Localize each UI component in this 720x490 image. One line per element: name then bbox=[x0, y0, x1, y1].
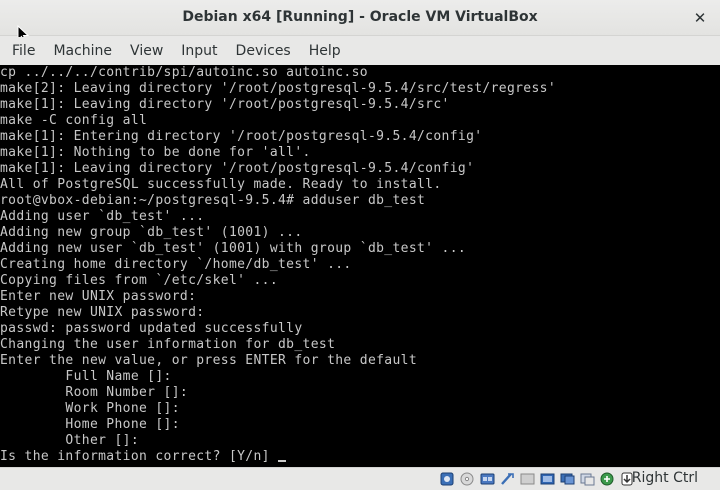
status-icons bbox=[439, 471, 636, 487]
console-prompt-line[interactable]: Is the information correct? [Y/n] bbox=[0, 449, 720, 465]
console-line: Other []: bbox=[0, 433, 140, 448]
console-line: make[1]: Leaving directory '/root/postgr… bbox=[0, 97, 450, 112]
console-line: make[1]: Leaving directory '/root/postgr… bbox=[0, 161, 475, 176]
window-title: Debian x64 [Running] - Oracle VM Virtual… bbox=[182, 9, 538, 25]
network-icon[interactable] bbox=[499, 471, 516, 487]
audio-icon[interactable] bbox=[479, 471, 496, 487]
console-prompt-text: Is the information correct? [Y/n] bbox=[0, 449, 279, 464]
console-line: Adding new user `db_test' (1001) with gr… bbox=[0, 241, 467, 256]
optical-drive-icon[interactable] bbox=[459, 471, 476, 487]
console-line: make[1]: Nothing to be done for 'all'. bbox=[0, 145, 311, 160]
console-line: Home Phone []: bbox=[0, 417, 180, 432]
close-icon[interactable]: ✕ bbox=[690, 8, 710, 28]
console-line: Copying files from `/etc/skel' ... bbox=[0, 273, 279, 288]
console-line: make[1]: Entering directory '/root/postg… bbox=[0, 129, 483, 144]
console-line: Enter new UNIX password: bbox=[0, 289, 197, 304]
console-line: Adding new group `db_test' (1001) ... bbox=[0, 225, 303, 240]
display-icon[interactable] bbox=[559, 471, 576, 487]
console-line: passwd: password updated successfully bbox=[0, 321, 303, 336]
console-line: Adding user `db_test' ... bbox=[0, 209, 205, 224]
console-line: All of PostgreSQL successfully made. Rea… bbox=[0, 177, 442, 192]
console-line: Retype new UNIX password: bbox=[0, 305, 205, 320]
console-line: cp ../../../contrib/spi/autoinc.so autoi… bbox=[0, 65, 368, 80]
shared-folder-icon[interactable] bbox=[539, 471, 556, 487]
console-line: Work Phone []: bbox=[0, 401, 180, 416]
console-line: Creating home directory `/home/db_test' … bbox=[0, 257, 352, 272]
menu-machine[interactable]: Machine bbox=[47, 37, 118, 65]
cpu-icon[interactable] bbox=[599, 471, 616, 487]
console-line: root@vbox-debian:~/postgresql-9.5.4# add… bbox=[0, 193, 426, 208]
console-line: make -C config all bbox=[0, 113, 148, 128]
vm-console-screen[interactable]: cp ../../../contrib/spi/autoinc.so autoi… bbox=[0, 65, 720, 467]
status-bar: Right Ctrl bbox=[0, 467, 720, 490]
console-line: Changing the user information for db_tes… bbox=[0, 337, 336, 352]
menu-devices[interactable]: Devices bbox=[230, 37, 297, 65]
console-line: Enter the new value, or press ENTER for … bbox=[0, 353, 418, 368]
menu-help[interactable]: Help bbox=[303, 37, 347, 65]
video-capture-icon[interactable] bbox=[579, 471, 596, 487]
console-line: Full Name []: bbox=[0, 369, 172, 384]
text-cursor bbox=[278, 460, 287, 462]
menu-bar: File Machine View Input Devices Help bbox=[0, 37, 720, 65]
menu-file[interactable]: File bbox=[6, 37, 41, 65]
usb-icon[interactable] bbox=[519, 471, 536, 487]
host-key-label[interactable]: Right Ctrl bbox=[632, 470, 698, 486]
console-line: Room Number []: bbox=[0, 385, 189, 400]
hard-disk-icon[interactable] bbox=[439, 471, 456, 487]
menu-input[interactable]: Input bbox=[175, 37, 223, 65]
console-line: make[2]: Leaving directory '/root/postgr… bbox=[0, 81, 557, 96]
window-titlebar[interactable]: Debian x64 [Running] - Oracle VM Virtual… bbox=[0, 0, 720, 36]
menu-view[interactable]: View bbox=[124, 37, 169, 65]
